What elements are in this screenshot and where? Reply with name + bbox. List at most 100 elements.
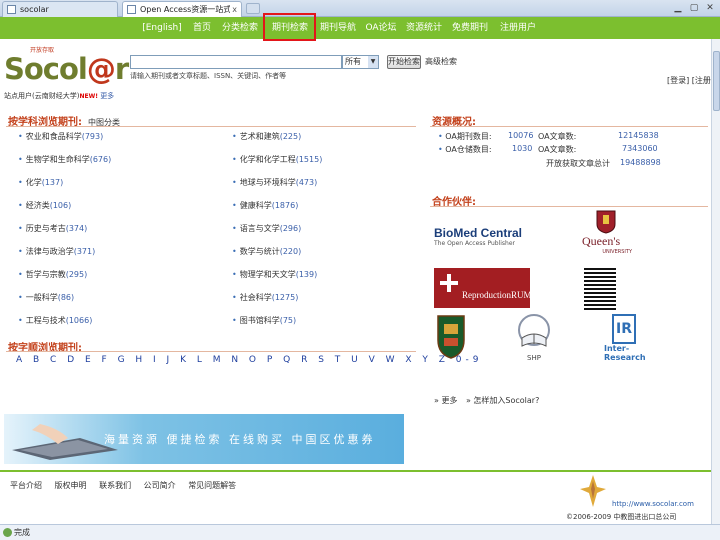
browser-tab-open-access[interactable]: Open Access资源一站式 ... x [122,1,242,17]
subject-link[interactable]: • 物理学和天文学(139) [232,269,317,280]
footer-links: 平台介绍 版权申明 联系我们 公司简介 常见问题解答 [10,480,246,491]
active-nav-highlight [263,13,316,41]
close-tab-icon[interactable]: x [232,5,237,14]
subject-name: 农业和食品科学 [25,132,82,141]
subject-link[interactable]: • 法律与政治学(371) [18,246,95,257]
subject-link[interactable]: • 语言与文学(296) [232,223,301,234]
subject-name: 历史与考古 [25,224,66,233]
subject-link[interactable]: • 地球与环境科学(473) [232,177,317,188]
partner-queens[interactable]: Queen's UNIVERSITY [582,210,632,258]
promo-banner[interactable]: 海量资源 便捷检索 在线购买 中国区优惠券 [4,414,404,464]
advanced-search-link[interactable]: 高级检索 [425,56,457,67]
divider [430,206,708,207]
nav-resource-stats[interactable]: 资源统计 [404,20,444,36]
footer-link-about[interactable]: 平台介绍 [10,481,42,490]
page-scrollbar[interactable] [711,39,720,524]
site-logo[interactable]: 开放存取 Socol@r [4,46,129,86]
new-tab-button[interactable] [246,3,260,14]
search-scope-select[interactable]: 所有 ▼ [342,55,379,69]
divider [430,126,708,127]
subject-name: 工程与技术 [25,316,66,325]
subject-link[interactable]: • 哲学与宗教(295) [18,269,87,280]
subject-count: (1876) [271,201,299,210]
subject-count: (676) [89,155,112,164]
nav-journal-navigation[interactable]: 期刊导航 [318,20,358,36]
subject-link[interactable]: • 社会科学(1275) [232,292,298,303]
bullet-icon: • [18,293,23,302]
subject-count: (106) [49,201,72,210]
more-partners-link[interactable]: » 更多 [434,396,457,405]
bullet-icon: • [232,155,237,164]
join-socolar-link[interactable]: » 怎样加入Socolar? [466,396,539,405]
subject-link[interactable]: • 数学与统计(220) [232,246,301,257]
footer-url[interactable]: http://www.socolar.com [612,500,694,508]
partner-crest-logo[interactable] [436,314,466,360]
partner-biomed-central[interactable]: BioMed Central The Open Access Publisher [434,226,530,256]
maximize-icon[interactable]: ▢ [688,2,700,14]
book-globe-icon [518,314,550,347]
search-scope-value: 所有 [345,57,361,66]
bullet-icon: • [232,178,237,187]
subject-link[interactable]: • 化学(137) [18,177,63,188]
partner-inter-research[interactable]: IR Inter- Research [604,314,652,380]
subject-link[interactable]: • 历史与考古(374) [18,223,87,234]
subject-link[interactable]: • 化学和化学工程(1515) [232,154,322,165]
subject-count: (374) [65,224,88,233]
subject-link[interactable]: • 艺术和建筑(225) [232,131,301,142]
subject-name: 社会科学 [239,293,272,302]
footer-link-faq[interactable]: 常见问题解答 [188,481,236,490]
browser-tabstrip: socolar Open Access资源一站式 ... x ▁ ▢ ✕ [0,0,720,17]
bullet-icon: • [18,316,23,325]
nav-free-journals[interactable]: 免费期刊 [450,20,490,36]
subject-name: 艺术和建筑 [239,132,280,141]
search-input[interactable] [130,55,342,69]
user-links[interactable]: [登录] [注册] [667,75,714,86]
nav-home[interactable]: 首页 [190,20,214,36]
subject-count: (225) [279,132,302,141]
partner-shp[interactable]: SHP [516,312,552,376]
subject-link[interactable]: • 生物学和生命科学(676) [18,154,111,165]
logo-text: Socol@r [4,52,129,86]
scrollbar-thumb[interactable] [713,51,720,111]
subject-link[interactable]: • 健康科学(1876) [232,200,298,211]
close-window-icon[interactable]: ✕ [704,2,716,14]
partner-striped-logo[interactable] [584,268,616,310]
done-icon [3,528,12,537]
footer-link-contact[interactable]: 联系我们 [99,481,131,490]
subject-link[interactable]: • 图书馆科学(75) [232,315,296,326]
footer-link-company[interactable]: 公司简介 [144,481,176,490]
partner-reproduction[interactable]: ReproductionRUM [434,268,532,308]
subject-name: 生物学和生命科学 [25,155,90,164]
subject-count: (371) [73,247,96,256]
subject-link[interactable]: • 工程与技术(1066) [18,315,92,326]
subject-count: (75) [279,316,297,325]
footer-link-copyright[interactable]: 版权申明 [55,481,87,490]
alphabet-index[interactable]: A B C D E F G H I J K L M N O P Q R S T … [16,355,483,365]
minimize-icon[interactable]: ▁ [672,2,684,14]
bullet-icon: • [232,224,237,233]
partner-links: » 更多 » 怎样加入Socolar? [434,395,539,406]
divider [6,126,416,127]
more-link[interactable]: 更多 [100,92,114,100]
search-button[interactable]: 开始检索 [387,55,421,69]
cross-logo-icon [440,274,458,292]
bullet-icon: • [18,270,23,279]
browser-tab-socolar[interactable]: socolar [2,1,118,17]
main-nav: [English] 首页 分类检索 期刊检索 期刊导航 OA论坛 资源统计 免费… [0,13,720,41]
subject-link[interactable]: • 农业和食品科学(793) [18,131,103,142]
site-user-line: 站点用户(云南财经大学)NEW! 更多 [4,92,115,100]
bullet-icon: • [232,132,237,141]
subject-link[interactable]: • 一般科学(86) [18,292,74,303]
subject-name: 图书馆科学 [239,316,280,325]
subject-link[interactable]: • 经济类(106) [18,200,71,211]
nav-category-search[interactable]: 分类检索 [220,20,260,36]
queens-crest-icon [596,210,616,234]
bullet-icon: • [18,247,23,256]
nav-register[interactable]: 注册用户 [498,20,538,36]
subject-count: (1066) [65,316,93,325]
page-icon [127,5,136,14]
nav-oa-forum[interactable]: OA论坛 [364,20,398,36]
browser-statusbar: 完成 [0,524,720,540]
nav-english[interactable]: [English] [142,20,182,36]
subject-name: 物理学和天文学 [239,270,296,279]
